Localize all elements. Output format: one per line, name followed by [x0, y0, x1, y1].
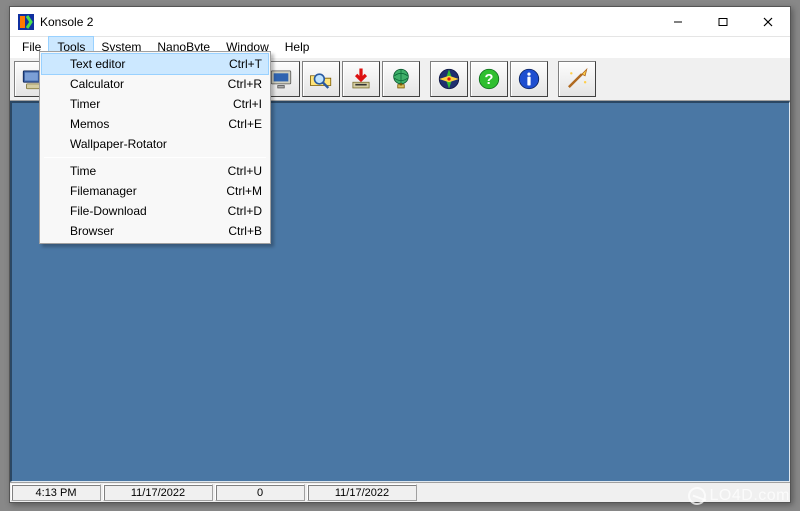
menu-item-label: Time: [70, 164, 208, 178]
status-date1: 11/17/2022: [103, 484, 213, 501]
menu-item-label: Timer: [70, 97, 213, 111]
menu-separator: [44, 157, 266, 158]
menu-file-download[interactable]: File-Download Ctrl+D: [42, 201, 268, 221]
compass-icon[interactable]: [430, 61, 468, 97]
menu-wallpaper-rotator[interactable]: Wallpaper-Rotator: [42, 134, 268, 154]
menu-help[interactable]: Help: [277, 37, 318, 57]
app-icon: [18, 14, 34, 30]
menu-item-shortcut: Ctrl+M: [226, 184, 262, 198]
globe-icon[interactable]: [382, 61, 420, 97]
window-controls: [655, 7, 790, 36]
watermark-icon: [685, 484, 708, 507]
info-icon[interactable]: [510, 61, 548, 97]
status-time: 4:13 PM: [11, 484, 101, 501]
menu-item-shortcut: Ctrl+T: [229, 57, 262, 71]
menu-item-label: Text editor: [70, 57, 209, 71]
window-title: Konsole 2: [40, 15, 655, 29]
watermark-text: LO4D.com: [710, 487, 790, 505]
menu-item-label: Browser: [70, 224, 208, 238]
menu-text-editor[interactable]: Text editor Ctrl+T: [42, 54, 268, 74]
search-icon[interactable]: [302, 61, 340, 97]
menu-item-shortcut: Ctrl+U: [228, 164, 262, 178]
menu-time[interactable]: Time Ctrl+U: [42, 161, 268, 181]
wand-icon[interactable]: [558, 61, 596, 97]
menu-item-label: Memos: [70, 117, 208, 131]
menu-item-label: Filemanager: [70, 184, 206, 198]
help-icon[interactable]: ?: [470, 61, 508, 97]
menu-browser[interactable]: Browser Ctrl+B: [42, 221, 268, 241]
svg-text:?: ?: [485, 72, 494, 88]
menu-item-label: File-Download: [70, 204, 208, 218]
menu-item-label: Wallpaper-Rotator: [70, 137, 242, 151]
menu-item-shortcut: Ctrl+I: [233, 97, 262, 111]
menu-item-label: Calculator: [70, 77, 208, 91]
menu-item-shortcut: Ctrl+E: [228, 117, 262, 131]
maximize-button[interactable]: [700, 7, 745, 36]
menu-timer[interactable]: Timer Ctrl+I: [42, 94, 268, 114]
menu-item-shortcut: Ctrl+D: [228, 204, 262, 218]
tools-dropdown: Text editor Ctrl+T Calculator Ctrl+R Tim…: [39, 51, 271, 244]
menu-item-shortcut: Ctrl+B: [228, 224, 262, 238]
menu-item-shortcut: Ctrl+R: [228, 77, 262, 91]
menu-memos[interactable]: Memos Ctrl+E: [42, 114, 268, 134]
menu-calculator[interactable]: Calculator Ctrl+R: [42, 74, 268, 94]
minimize-button[interactable]: [655, 7, 700, 36]
menu-filemanager[interactable]: Filemanager Ctrl+M: [42, 181, 268, 201]
watermark: LO4D.com: [688, 487, 790, 505]
download-icon[interactable]: [342, 61, 380, 97]
status-date2: 11/17/2022: [307, 484, 417, 501]
statusbar: 4:13 PM 11/17/2022 0 11/17/2022: [10, 482, 790, 502]
close-button[interactable]: [745, 7, 790, 36]
status-count: 0: [215, 484, 305, 501]
titlebar: Konsole 2: [10, 7, 790, 37]
